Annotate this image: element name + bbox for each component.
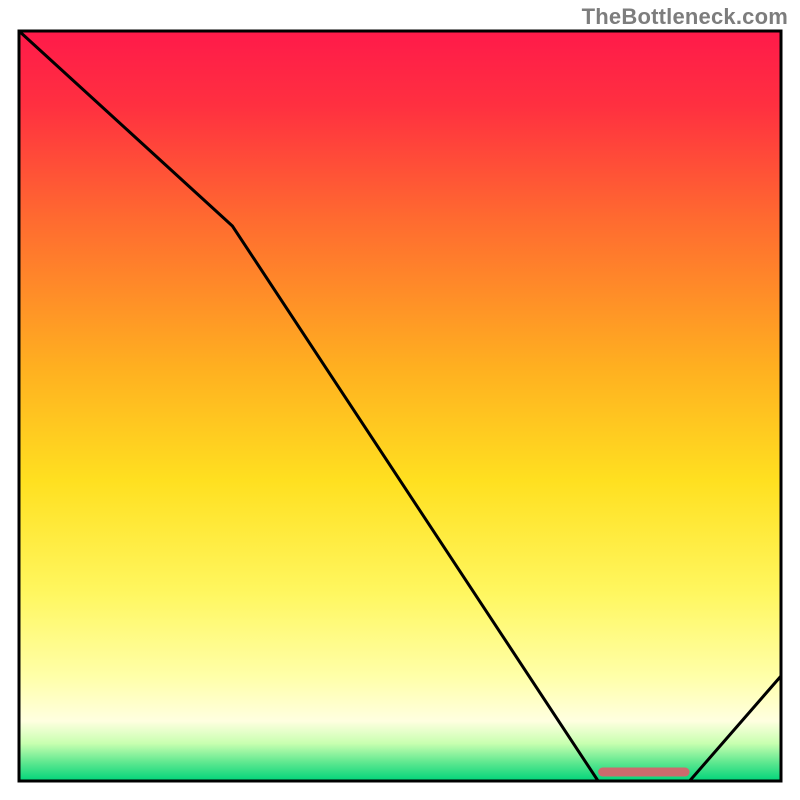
plot-background [19,31,781,781]
optimum-band [598,768,689,777]
watermark-text: TheBottleneck.com [582,4,788,30]
bottleneck-chart [0,0,800,800]
chart-container: TheBottleneck.com [0,0,800,800]
